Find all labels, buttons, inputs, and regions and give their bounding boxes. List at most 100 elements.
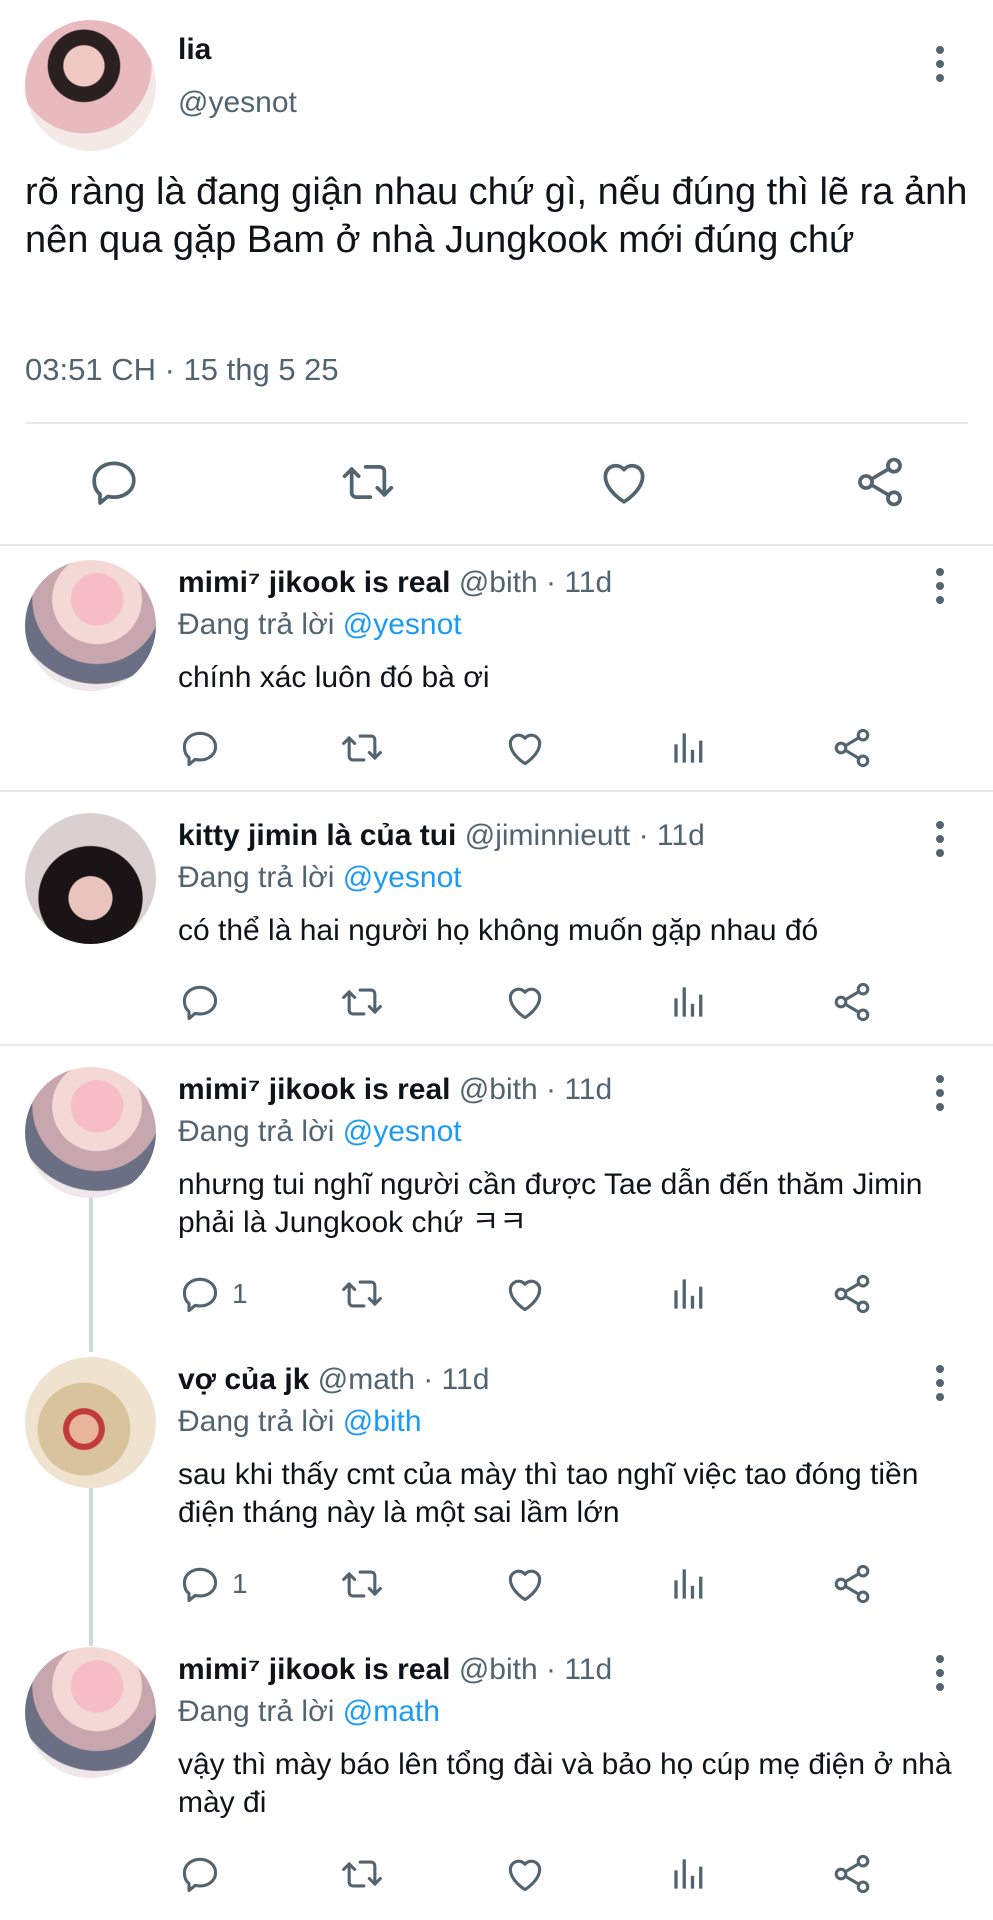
reply-text: có thể là hai người họ không muốn gặp nh… [178,914,819,947]
share-icon[interactable] [852,454,908,510]
views-icon[interactable] [667,1852,711,1896]
share-icon[interactable] [830,1562,874,1606]
reply-icon [178,726,222,770]
reply-text: vậy thì mày báo lên tổng đài và bảo họ c… [178,1748,952,1819]
more-vertical-icon[interactable] [925,44,955,84]
heart-icon[interactable] [503,1852,547,1896]
action-bar: 1 [0,1562,993,1612]
handle-time: @bith · 11d [458,1073,613,1106]
handle[interactable]: @yesnot [178,86,297,120]
heart-icon[interactable] [503,980,547,1024]
reply-icon [178,980,222,1024]
reply-text: chính xác luôn đó bà ơi [178,661,490,694]
action-bar [0,1852,993,1902]
reply-header: mimi⁷ jikook is real @bith · 11d [178,1073,612,1107]
share-icon[interactable] [830,1272,874,1316]
heart-icon[interactable] [503,1272,547,1316]
action-bar [0,980,993,1030]
reply-icon [178,1562,222,1606]
reply-header: mimi⁷ jikook is real @bith · 11d [178,1653,612,1687]
views-icon[interactable] [667,726,711,770]
reply-text: nhưng tui nghĩ người cần được Tae dẫn đế… [178,1168,923,1239]
handle-time: @bith · 11d [458,1653,613,1686]
reply-header: vợ của jk @math · 11d [178,1363,489,1397]
more-vertical-icon[interactable] [925,1073,955,1113]
retweet-icon[interactable] [340,1272,384,1316]
avatar[interactable] [25,1067,156,1198]
action-bar: 1 [0,1272,993,1322]
reply-icon [178,1852,222,1896]
reply-header: mimi⁷ jikook is real @bith · 11d [178,566,612,600]
avatar[interactable] [25,560,156,691]
more-vertical-icon[interactable] [925,1363,955,1403]
avatar[interactable] [25,20,156,151]
share-icon[interactable] [830,726,874,770]
reply-button[interactable]: 1 [178,1562,248,1606]
retweet-icon[interactable] [340,980,384,1024]
reply-count: 1 [232,1568,248,1599]
reply-button[interactable] [178,1852,232,1896]
reply-button[interactable] [178,726,232,770]
tweet-text: rõ ràng là đang giận nhau chứ gì, nếu đú… [25,171,968,261]
retweet-icon[interactable] [340,1852,384,1896]
heart-icon[interactable] [503,726,547,770]
reply-tweet[interactable]: mimi⁷ jikook is real @bith · 11d Đang tr… [0,1626,993,1920]
reply-count: 1 [232,1278,248,1309]
share-icon[interactable] [830,980,874,1024]
avatar[interactable] [25,1647,156,1778]
replying-label: Đang trả lời [178,608,335,641]
handle-time: @bith · 11d [458,566,613,599]
reply-button[interactable] [178,980,232,1024]
timestamp[interactable]: 03:51 CH · 15 thg 5 25 [25,352,339,388]
more-vertical-icon[interactable] [925,819,955,859]
mention-link[interactable]: @yesnot [343,608,462,641]
views-icon[interactable] [667,1562,711,1606]
reply-text: sau khi thấy cmt của mày thì tao nghĩ vi… [178,1458,919,1529]
reply-icon [178,1272,222,1316]
handle-time: @jiminnieutt · 11d [464,819,705,852]
reply-tweet[interactable]: mimi⁷ jikook is real @bith · 11d Đang tr… [0,546,993,790]
reply-icon[interactable] [86,454,142,510]
display-name[interactable]: vợ của jk [178,1363,309,1396]
mention-link[interactable]: @math [343,1695,440,1728]
replying-label: Đang trả lời [178,1695,335,1728]
heart-icon[interactable] [596,454,652,510]
replying-label: Đang trả lời [178,861,335,894]
reply-tweet[interactable]: vợ của jk @math · 11d Đang trả lời @bith… [0,1336,993,1626]
replying-to: Đang trả lời @bith [178,1405,422,1439]
display-name[interactable]: mimi⁷ jikook is real [178,1073,451,1106]
reply-tweet[interactable]: mimi⁷ jikook is real @bith · 11d Đang tr… [0,1046,993,1336]
avatar[interactable] [25,813,156,944]
heart-icon[interactable] [503,1562,547,1606]
display-name[interactable]: mimi⁷ jikook is real [178,1653,451,1686]
replying-to: Đang trả lời @yesnot [178,1115,462,1149]
share-icon[interactable] [830,1852,874,1896]
retweet-icon[interactable] [340,1562,384,1606]
mention-link[interactable]: @bith [343,1405,422,1438]
more-vertical-icon[interactable] [925,566,955,606]
avatar[interactable] [25,1357,156,1488]
mention-link[interactable]: @yesnot [343,861,462,894]
display-name[interactable]: kitty jimin là của tui [178,819,456,852]
views-icon[interactable] [667,980,711,1024]
reply-tweet[interactable]: kitty jimin là của tui @jiminnieutt · 11… [0,792,993,1044]
retweet-icon[interactable] [340,726,384,770]
action-bar [0,454,993,514]
mention-link[interactable]: @yesnot [343,1115,462,1148]
more-vertical-icon[interactable] [925,1653,955,1693]
replying-to: Đang trả lời @yesnot [178,608,462,642]
display-name[interactable]: lia [178,33,211,67]
reply-button[interactable]: 1 [178,1272,248,1316]
handle-time: @math · 11d [317,1363,490,1396]
replying-to: Đang trả lời @yesnot [178,861,462,895]
views-icon[interactable] [667,1272,711,1316]
replying-to: Đang trả lời @math [178,1695,440,1729]
display-name[interactable]: mimi⁷ jikook is real [178,566,451,599]
retweet-icon[interactable] [340,454,396,510]
action-bar [0,726,993,776]
replying-label: Đang trả lời [178,1115,335,1148]
reply-header: kitty jimin là của tui @jiminnieutt · 11… [178,819,705,853]
replying-label: Đang trả lời [178,1405,335,1438]
divider [25,422,968,424]
main-tweet: lia @yesnot rõ ràng là đang giận nhau ch… [0,0,993,544]
